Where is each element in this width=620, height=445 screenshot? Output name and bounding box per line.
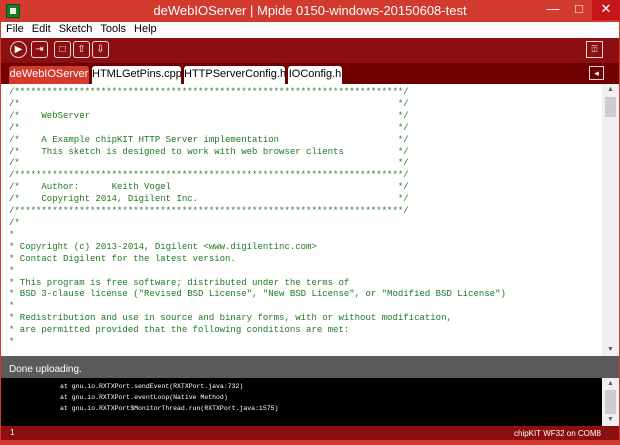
code-line[interactable]: * — [9, 301, 599, 313]
tab-httpserverconfig-h[interactable]: HTTPServerConfig.h — [184, 66, 286, 84]
code-line[interactable]: /* Author: Keith Vogel */ — [9, 182, 599, 194]
code-line[interactable]: * Redistribution and use in source and b… — [9, 313, 599, 325]
code-line[interactable]: * Copyright (c) 2013-2014, Digilent <www… — [9, 242, 599, 254]
title-bar[interactable]: deWebIOServer | Mpide 0150-windows-20150… — [0, 0, 620, 22]
code-text[interactable]: /***************************************… — [9, 87, 599, 349]
tab-menu-button[interactable]: ◂ — [589, 66, 604, 80]
board-port-label: chipKIT WF32 on COM8 — [514, 429, 601, 438]
console-line: at gnu.io.RXTXPort.sendEvent(RXTXPort.ja… — [60, 383, 244, 390]
code-line[interactable]: * BSD 3-clause license ("Revised BSD Lic… — [9, 289, 599, 301]
status-message: Done uploading. — [9, 364, 82, 375]
code-line[interactable]: /***************************************… — [9, 87, 599, 99]
scroll-up-icon[interactable]: ▲ — [602, 84, 619, 96]
code-line[interactable]: * Contact Digilent for the latest versio… — [9, 254, 599, 266]
code-line[interactable]: * — [9, 266, 599, 278]
console-scroll-up-icon[interactable]: ▲ — [602, 378, 619, 390]
console-line: at gnu.io.RXTXPort$MonitorThread.run(RXT… — [60, 405, 279, 412]
code-line[interactable]: /* This sketch is designed to work with … — [9, 147, 599, 159]
code-line[interactable]: * This program is free software; distrib… — [9, 278, 599, 290]
menu-tools[interactable]: Tools — [95, 22, 129, 35]
new-button[interactable]: □ — [54, 41, 71, 58]
maximize-button[interactable]: □ — [566, 0, 592, 20]
line-number: 1 — [10, 428, 15, 437]
tab-ioconfig-h[interactable]: IOConfig.h — [288, 66, 342, 84]
serial-monitor-button[interactable]: ⍐ — [586, 41, 603, 58]
application-window: deWebIOServer | Mpide 0150-windows-20150… — [0, 0, 620, 445]
editor-scrollbar[interactable]: ▲ ▼ — [602, 84, 619, 356]
console-line: at gnu.io.RXTXPort.eventLoop(Native Meth… — [60, 394, 228, 401]
menu-sketch[interactable]: Sketch — [54, 22, 96, 35]
tab-dewebioserver[interactable]: deWebIOServer — [9, 66, 89, 84]
upload-button[interactable]: ⇥ — [31, 41, 48, 58]
code-line[interactable]: /***************************************… — [9, 206, 599, 218]
menu-help[interactable]: Help — [129, 22, 160, 35]
status-area: Done uploading. — [1, 356, 619, 378]
save-button[interactable]: ⇩ — [92, 41, 109, 58]
bottom-status-bar: 1 chipKIT WF32 on COM8 — [1, 426, 619, 440]
code-line[interactable]: /* A Example chipKIT HTTP Server impleme… — [9, 135, 599, 147]
minimize-button[interactable]: — — [540, 0, 566, 20]
code-line[interactable]: * — [9, 337, 599, 349]
console-scroll-thumb[interactable] — [605, 390, 616, 414]
code-editor[interactable]: /***************************************… — [1, 84, 619, 356]
code-line[interactable]: /* */ — [9, 99, 599, 111]
toolbar: ⍐ ▶ ⇥ □ ⇧ ⇩ — [1, 38, 619, 63]
menu-file[interactable]: File — [1, 22, 27, 35]
code-line[interactable]: /* Copyright 2014, Digilent Inc. */ — [9, 194, 599, 206]
code-line[interactable]: /* WebServer */ — [9, 111, 599, 123]
code-line[interactable]: /* — [9, 218, 599, 230]
code-line[interactable]: * — [9, 230, 599, 242]
menu-edit[interactable]: Edit — [27, 22, 54, 35]
tab-bar: ◂ deWebIOServer HTMLGetPins.cpp HTTPServer… — [1, 63, 619, 84]
scroll-down-icon[interactable]: ▼ — [602, 344, 619, 356]
console-scroll-down-icon[interactable]: ▼ — [602, 414, 619, 426]
code-line[interactable]: /* */ — [9, 123, 599, 135]
close-button[interactable]: ✕ — [592, 0, 620, 20]
console-scrollbar[interactable]: ▲ ▼ — [602, 378, 619, 426]
console-output: at gnu.io.RXTXPort.sendEvent(RXTXPort.ja… — [1, 378, 619, 426]
window-title: deWebIOServer | Mpide 0150-windows-20150… — [153, 3, 467, 18]
menu-bar: File Edit Sketch Tools Help — [1, 22, 619, 38]
open-button[interactable]: ⇧ — [73, 41, 90, 58]
verify-button[interactable]: ▶ — [10, 41, 27, 58]
code-line[interactable]: /***************************************… — [9, 170, 599, 182]
console-text: at gnu.io.RXTXPort.sendEvent(RXTXPort.ja… — [60, 381, 278, 414]
tab-htmlgetpins-cpp[interactable]: HTMLGetPins.cpp — [92, 66, 182, 84]
code-line[interactable]: /* */ — [9, 158, 599, 170]
editor-scroll-thumb[interactable] — [605, 97, 616, 117]
code-line[interactable]: * are permitted provided that the follow… — [9, 325, 599, 337]
